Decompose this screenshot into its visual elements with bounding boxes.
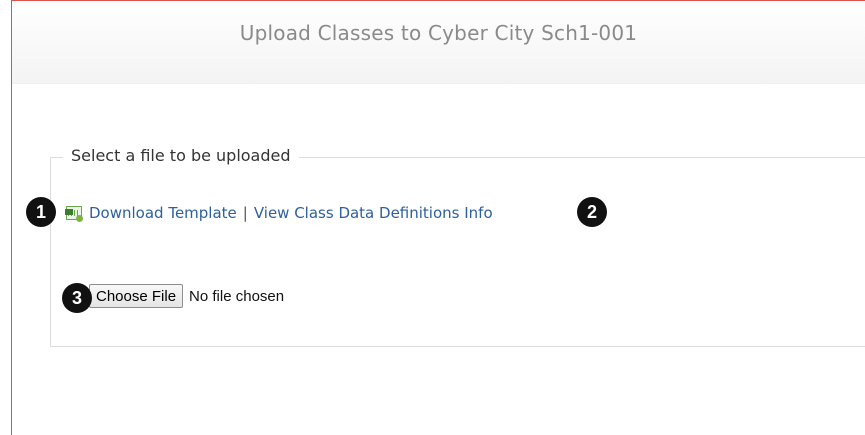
file-input: Choose File No file chosen (89, 284, 284, 308)
fieldset-legend: Select a file to be uploaded (63, 146, 299, 165)
excel-file-icon (65, 204, 83, 222)
link-separator: | (242, 204, 248, 222)
callout-badge-3: 3 (62, 283, 92, 313)
callout-badge-2: 2 (577, 197, 607, 227)
callout-badge-1: 1 (26, 197, 56, 227)
dialog-title: Upload Classes to Cyber City Sch1-001 (239, 21, 638, 45)
download-template-link[interactable]: Download Template (89, 204, 237, 222)
choose-file-button[interactable]: Choose File (89, 284, 184, 308)
dialog-header: Upload Classes to Cyber City Sch1-001 (12, 1, 865, 84)
file-status-text: No file chosen (189, 287, 285, 305)
upload-fieldset: Select a file to be uploaded Download Te… (50, 146, 865, 347)
view-definitions-link[interactable]: View Class Data Definitions Info (254, 204, 493, 222)
template-links-row: Download Template | View Class Data Defi… (65, 204, 493, 222)
